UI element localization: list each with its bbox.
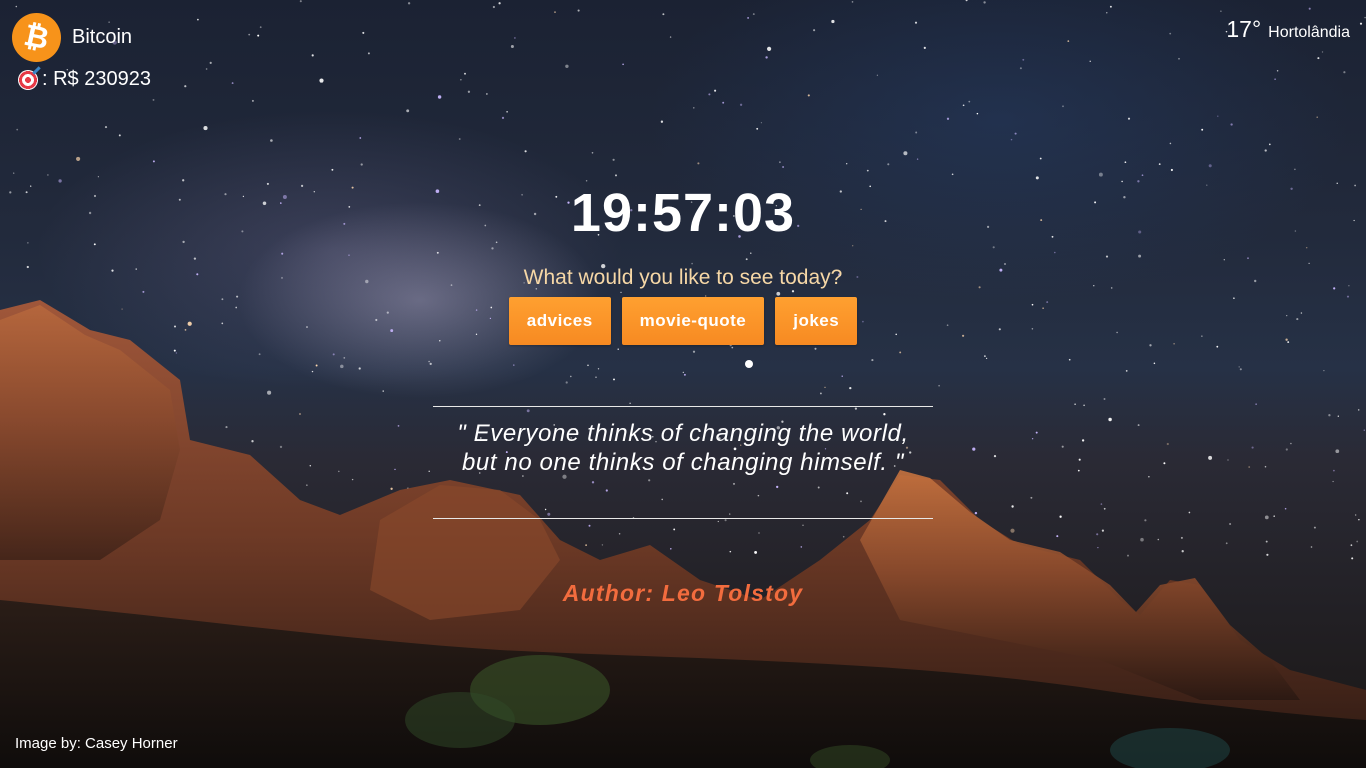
movie-quote-button[interactable]: movie-quote [621, 297, 765, 345]
bitcoin-price: : R$ 230923 [18, 68, 151, 91]
clock: 19:57:03 [570, 183, 796, 243]
bitcoin-widget[interactable]: ₿ Bitcoin [7, 8, 133, 67]
background-image [0, 0, 1366, 768]
category-buttons: advices movie-quote jokes [0, 297, 1366, 345]
advices-button[interactable]: advices [508, 297, 611, 345]
image-credit: Image by: Casey Horner [15, 735, 178, 752]
divider-top [433, 406, 933, 407]
city-name: Hortolândia [1268, 24, 1350, 41]
crypto-name: Bitcoin [72, 26, 133, 48]
jokes-button[interactable]: jokes [775, 297, 858, 345]
prompt-text: What would you like to see today? [523, 266, 843, 289]
target-icon [18, 69, 38, 90]
mountain-landscape [0, 300, 1366, 768]
weather-widget: 17° Hortolândia [1226, 16, 1350, 43]
quote-author: Author: Leo Tolstoy [562, 580, 804, 606]
bitcoin-price-value: : R$ 230923 [42, 68, 151, 90]
temperature: 17° [1226, 16, 1262, 42]
quote-text: " Everyone thinks of changing the world,… [457, 420, 909, 476]
divider-bottom [433, 518, 933, 519]
bitcoin-icon: ₿ [7, 8, 66, 67]
